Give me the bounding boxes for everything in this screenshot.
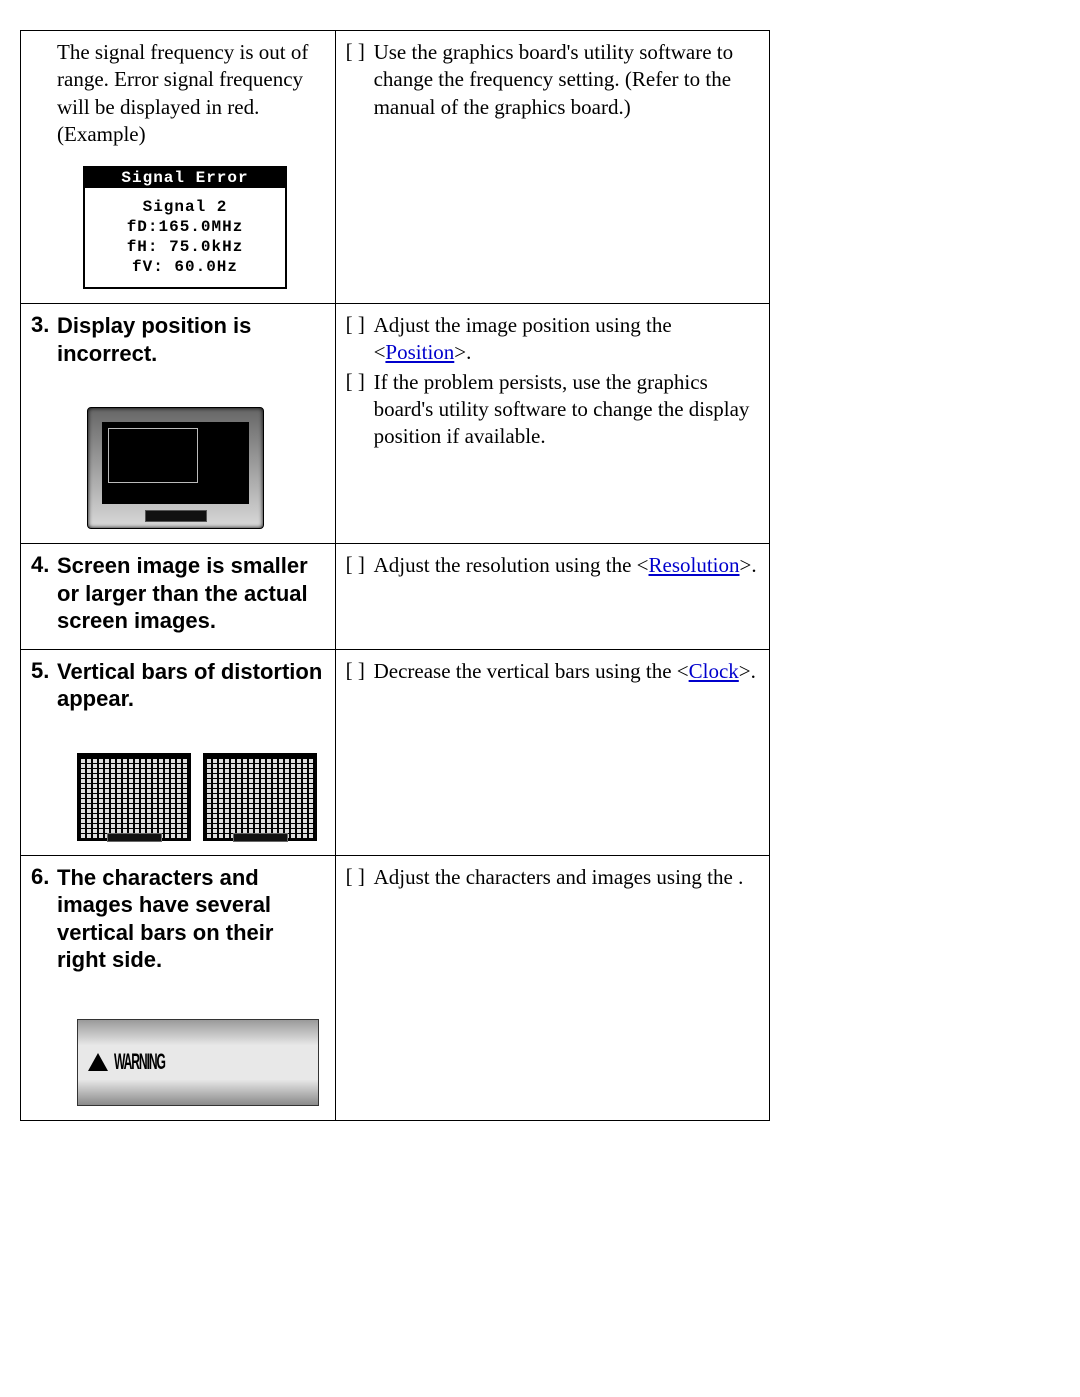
problem-text: The characters and images have several v…	[57, 864, 325, 1106]
table-row: The signal frequency is out of range. Er…	[21, 31, 770, 304]
table-row: 6. The characters and images have severa…	[21, 855, 770, 1120]
osd-line: fV: 60.0Hz	[85, 257, 285, 277]
checkbox-marker: [ ]	[346, 864, 374, 891]
problem-row: 6. The characters and images have severa…	[31, 864, 325, 1106]
action-text: Adjust the characters and images using t…	[374, 865, 744, 889]
problem-cell: 3. Display position is incorrect.	[21, 304, 336, 544]
osd-body: Signal 2fD:165.0MHzfH: 75.0kHzfV: 60.0Hz	[85, 189, 285, 287]
distortion-illustration	[77, 753, 325, 841]
action-cell: [ ] Adjust the characters and images usi…	[335, 855, 769, 1120]
action-body: Use the graphics board's utility softwar…	[374, 39, 759, 121]
action-text: Use the graphics board's utility softwar…	[374, 40, 734, 119]
action-body: Adjust the characters and images using t…	[374, 864, 759, 891]
problem-title: Display position is incorrect.	[57, 312, 325, 367]
signal-error-osd: Signal Error Signal 2fD:165.0MHzfH: 75.0…	[83, 166, 287, 289]
problem-row: 3. Display position is incorrect.	[31, 312, 325, 529]
checkbox-marker: [ ]	[346, 552, 374, 579]
problem-text: Screen image is smaller or larger than t…	[57, 552, 325, 635]
action-item: [ ] If the problem persists, use the gra…	[346, 369, 759, 451]
table-row: 4. Screen image is smaller or larger tha…	[21, 544, 770, 650]
monitor-illustration	[87, 407, 325, 529]
action-cell: [ ] Use the graphics board's utility sof…	[335, 31, 769, 304]
doc-link[interactable]: Clock	[689, 659, 739, 683]
action-text: >.	[740, 553, 757, 577]
problem-text: The signal frequency is out of range. Er…	[57, 39, 325, 289]
doc-link[interactable]: Resolution	[649, 553, 740, 577]
problem-number	[31, 39, 57, 289]
problem-title: Vertical bars of distortion appear.	[57, 658, 325, 713]
checkbox-marker: [ ]	[346, 312, 374, 367]
osd-line: Signal 2	[85, 197, 285, 217]
action-body: Decrease the vertical bars using the <Cl…	[374, 658, 759, 685]
checkbox-marker: [ ]	[346, 39, 374, 121]
osd-line: fH: 75.0kHz	[85, 237, 285, 257]
action-text: >.	[739, 659, 756, 683]
action-item: [ ] Decrease the vertical bars using the…	[346, 658, 759, 685]
warning-plate: WARNING	[77, 1019, 319, 1106]
problem-cell: 4. Screen image is smaller or larger tha…	[21, 544, 336, 650]
problem-cell: 6. The characters and images have severa…	[21, 855, 336, 1120]
action-cell: [ ] Decrease the vertical bars using the…	[335, 649, 769, 855]
doc-link[interactable]: Position	[385, 340, 454, 364]
action-body: Adjust the resolution using the <Resolut…	[374, 552, 759, 579]
problem-title: Screen image is smaller or larger than t…	[57, 552, 325, 635]
problem-cell: The signal frequency is out of range. Er…	[21, 31, 336, 304]
action-item: [ ] Adjust the characters and images usi…	[346, 864, 759, 891]
troubleshoot-table: The signal frequency is out of range. Er…	[20, 30, 770, 1121]
action-item: [ ] Use the graphics board's utility sof…	[346, 39, 759, 121]
action-body: Adjust the image position using the <Pos…	[374, 312, 759, 367]
action-cell: [ ] Adjust the resolution using the <Res…	[335, 544, 769, 650]
problem-number: 4.	[31, 552, 57, 635]
osd-title: Signal Error	[85, 168, 285, 189]
action-text: Adjust the resolution using the <	[374, 553, 649, 577]
problem-row: The signal frequency is out of range. Er…	[31, 39, 325, 289]
table-row: 3. Display position is incorrect. [ ] Ad…	[21, 304, 770, 544]
problem-number: 6.	[31, 864, 57, 1106]
osd-line: fD:165.0MHz	[85, 217, 285, 237]
action-item: [ ] Adjust the image position using the …	[346, 312, 759, 367]
problem-number: 3.	[31, 312, 57, 529]
problem-cell: 5. Vertical bars of distortion appear.	[21, 649, 336, 855]
problem-title: The signal frequency is out of range. Er…	[57, 39, 325, 148]
action-body: If the problem persists, use the graphic…	[374, 369, 759, 451]
problem-number: 5.	[31, 658, 57, 841]
problem-row: 4. Screen image is smaller or larger tha…	[31, 552, 325, 635]
warning-triangle-icon	[88, 1053, 108, 1071]
action-text: >.	[454, 340, 471, 364]
action-item: [ ] Adjust the resolution using the <Res…	[346, 552, 759, 579]
problem-text: Vertical bars of distortion appear.	[57, 658, 325, 841]
action-cell: [ ] Adjust the image position using the …	[335, 304, 769, 544]
problem-row: 5. Vertical bars of distortion appear.	[31, 658, 325, 841]
checkbox-marker: [ ]	[346, 658, 374, 685]
problem-text: Display position is incorrect.	[57, 312, 325, 529]
table-row: 5. Vertical bars of distortion appear. […	[21, 649, 770, 855]
problem-title: The characters and images have several v…	[57, 864, 325, 974]
action-text: Decrease the vertical bars using the <	[374, 659, 689, 683]
checkbox-marker: [ ]	[346, 369, 374, 451]
action-text: If the problem persists, use the graphic…	[374, 370, 750, 449]
warning-label: WARNING	[114, 1049, 165, 1075]
